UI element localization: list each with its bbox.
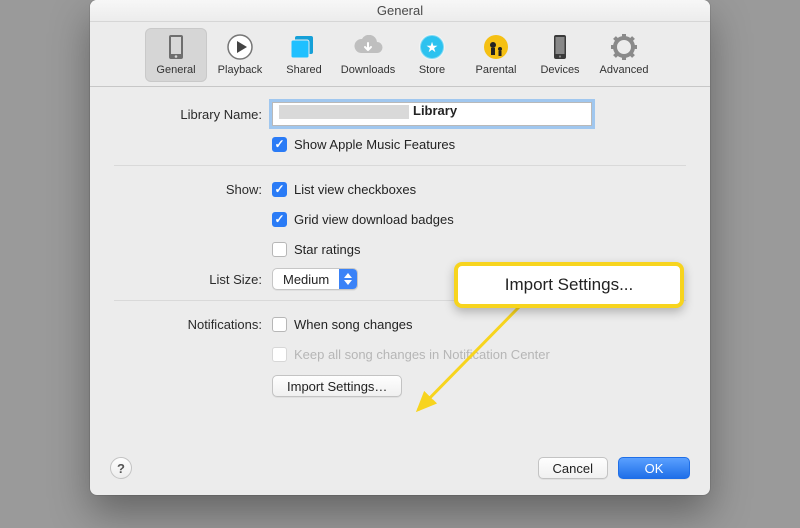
- grid-badges-checkbox[interactable]: Grid view download badges: [272, 212, 454, 227]
- device-icon: [543, 32, 577, 62]
- cancel-button[interactable]: Cancel: [538, 457, 608, 479]
- help-button[interactable]: ?: [110, 457, 132, 479]
- play-icon: [223, 32, 257, 62]
- cloud-download-icon: [351, 32, 385, 62]
- preferences-window: General General Playback Shared Download…: [90, 0, 710, 495]
- phone-icon: [159, 32, 193, 62]
- import-settings-callout: Import Settings...: [454, 262, 684, 308]
- tab-general[interactable]: General: [145, 28, 207, 82]
- tab-devices[interactable]: Devices: [529, 28, 591, 82]
- library-name-label: Library Name:: [114, 107, 272, 122]
- tab-downloads[interactable]: Downloads: [337, 28, 399, 82]
- store-icon: ★: [415, 32, 449, 62]
- list-size-label: List Size:: [114, 272, 272, 287]
- tab-playback[interactable]: Playback: [209, 28, 271, 82]
- tab-advanced[interactable]: Advanced: [593, 28, 655, 82]
- notification-center-checkbox: Keep all song changes in Notification Ce…: [272, 347, 550, 362]
- ok-button[interactable]: OK: [618, 457, 690, 479]
- window-title: General: [90, 0, 710, 22]
- apple-music-checkbox[interactable]: Show Apple Music Features: [272, 137, 455, 152]
- redacted-text: [279, 105, 409, 119]
- tab-shared[interactable]: Shared: [273, 28, 335, 82]
- notifications-label: Notifications:: [114, 317, 272, 332]
- chevron-updown-icon: [339, 269, 357, 289]
- import-settings-button[interactable]: Import Settings…: [272, 375, 402, 397]
- shared-icon: [287, 32, 321, 62]
- list-size-select[interactable]: Medium: [272, 268, 358, 290]
- tab-parental[interactable]: Parental: [465, 28, 527, 82]
- svg-text:★: ★: [426, 39, 439, 55]
- library-name-field[interactable]: Library: [272, 102, 592, 126]
- gear-icon: [607, 32, 641, 62]
- preferences-toolbar: General Playback Shared Downloads ★ Stor…: [90, 22, 710, 87]
- dialog-footer: ? Cancel OK: [90, 457, 710, 495]
- list-view-checkbox[interactable]: List view checkboxes: [272, 182, 416, 197]
- show-label: Show:: [114, 182, 272, 197]
- song-changes-checkbox[interactable]: When song changes: [272, 317, 413, 332]
- star-ratings-checkbox[interactable]: Star ratings: [272, 242, 360, 257]
- tab-store[interactable]: ★ Store: [401, 28, 463, 82]
- separator: [114, 165, 686, 166]
- parental-icon: [479, 32, 513, 62]
